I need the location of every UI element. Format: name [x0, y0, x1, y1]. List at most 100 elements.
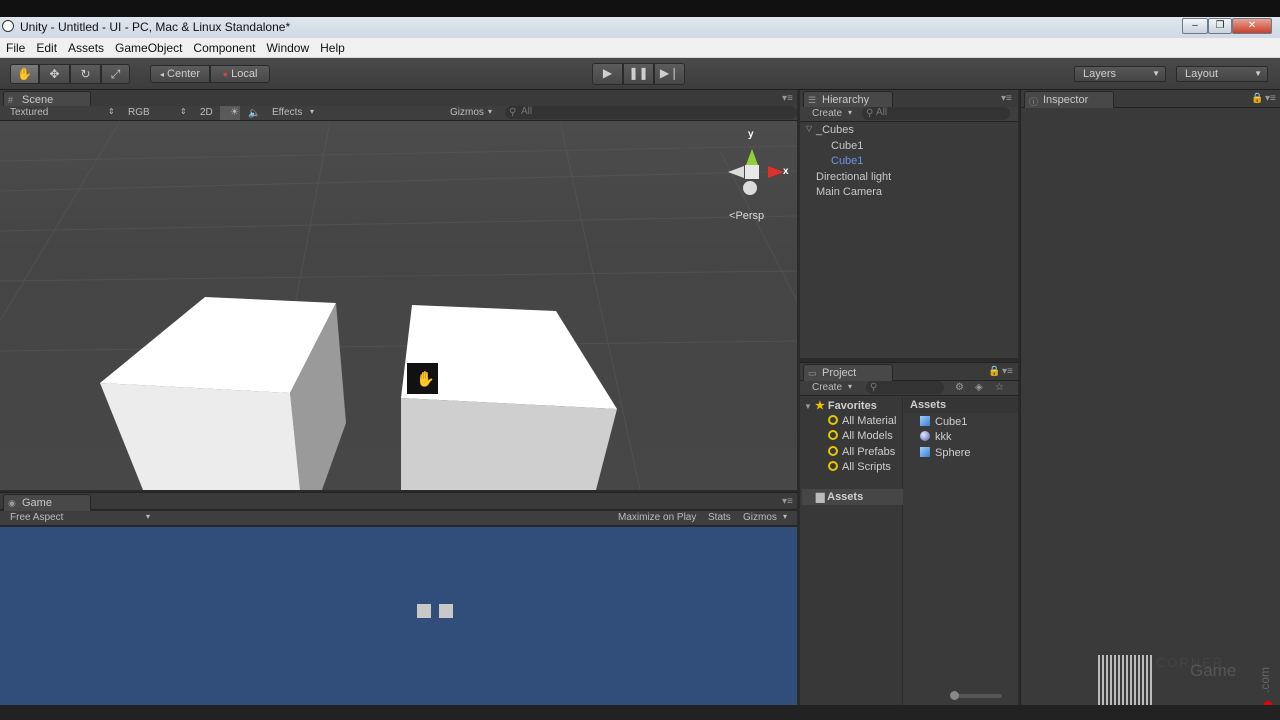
- render-mode-dropdown[interactable]: RGB: [128, 107, 150, 118]
- step-button[interactable]: ▶❘: [654, 63, 685, 85]
- cube-right[interactable]: [401, 305, 617, 490]
- info-icon: ⓘ: [1029, 97, 1039, 107]
- tab-project[interactable]: ▭ Project: [803, 364, 893, 381]
- project-create-dropdown[interactable]: Create: [812, 382, 842, 393]
- scene-viewport[interactable]: ✋ y x <Persp: [0, 121, 797, 490]
- pause-button[interactable]: ❚❚: [623, 63, 654, 85]
- zoom-slider[interactable]: [954, 694, 1002, 698]
- tab-inspector[interactable]: ⓘ Inspector: [1024, 91, 1114, 108]
- maximize-button[interactable]: ❐: [1208, 18, 1232, 34]
- hierarchy-create-dropdown[interactable]: Create: [812, 108, 842, 119]
- scene-search-input[interactable]: All: [505, 106, 797, 119]
- hierarchy-tree: ▽ _Cubes Cube1 Cube1 Directional light M…: [800, 124, 1018, 358]
- favorite-item[interactable]: All Material: [828, 415, 896, 427]
- search-icon: ⚲: [509, 107, 517, 118]
- assets-folder-item[interactable]: ▆ Assets: [802, 489, 903, 505]
- play-icon: ▶: [602, 66, 613, 80]
- maximize-on-play-toggle[interactable]: Maximize on Play: [618, 512, 696, 523]
- persp-label: Persp: [735, 210, 765, 222]
- panel-menu-icon[interactable]: ▾≡: [1002, 366, 1013, 377]
- search-icon: [828, 430, 838, 440]
- tab-hierarchy[interactable]: ☰ Hierarchy: [803, 91, 893, 108]
- hierarchy-item[interactable]: Main Camera: [816, 186, 882, 198]
- panel-menu-icon[interactable]: ▾≡: [1265, 93, 1276, 104]
- chevron-down-icon: ▾: [848, 382, 853, 391]
- shading-mode-dropdown[interactable]: Textured: [10, 107, 48, 118]
- panel-menu-icon[interactable]: ▾≡: [782, 93, 793, 104]
- chevron-down-icon: ▾: [783, 512, 788, 521]
- lock-icon[interactable]: 🔒: [1251, 93, 1263, 104]
- game-icon: ◉: [8, 498, 16, 508]
- project-asset-list: Assets Cube1 kkk Sphere: [904, 397, 1018, 706]
- hierarchy-item[interactable]: Directional light: [816, 171, 891, 183]
- layers-dropdown[interactable]: Layers ▼: [1074, 66, 1166, 82]
- favorite-star-icon[interactable]: ☆: [995, 382, 1004, 393]
- filter-type-icon[interactable]: ⚙: [955, 382, 964, 393]
- minimize-button[interactable]: ‒: [1182, 18, 1208, 34]
- assets-folder-label: Assets: [827, 491, 864, 503]
- project-search-input[interactable]: [866, 381, 944, 394]
- cube-left[interactable]: [100, 297, 346, 490]
- favorites-header[interactable]: ▼ ★ Favorites: [804, 399, 877, 412]
- sun-icon: ☀: [230, 107, 239, 118]
- stats-toggle[interactable]: Stats: [708, 512, 731, 523]
- aspect-dropdown[interactable]: Free Aspect: [10, 512, 63, 523]
- favorite-item[interactable]: All Prefabs: [828, 446, 895, 458]
- hierarchy-search-input[interactable]: All: [862, 107, 1010, 120]
- menu-assets[interactable]: Assets: [62, 38, 109, 55]
- favorite-item[interactable]: All Scripts: [828, 461, 891, 473]
- game-gizmos-dropdown[interactable]: Gizmos: [743, 512, 777, 523]
- assets-header: Assets: [904, 397, 1018, 413]
- local-icon: ●: [222, 69, 229, 79]
- tab-game[interactable]: ◉ Game: [3, 494, 91, 511]
- layout-dropdown[interactable]: Layout ▼: [1176, 66, 1268, 82]
- menu-component[interactable]: Component: [187, 38, 260, 55]
- layout-label: Layout: [1185, 68, 1219, 80]
- menu-edit[interactable]: Edit: [30, 38, 62, 55]
- hierarchy-tab-label: Hierarchy: [822, 94, 870, 106]
- menu-gameobject[interactable]: GameObject: [109, 38, 187, 55]
- lighting-toggle[interactable]: ☀: [220, 106, 240, 120]
- hierarchy-item-selected[interactable]: Cube1: [831, 155, 863, 167]
- menu-help[interactable]: Help: [314, 38, 350, 55]
- menu-window[interactable]: Window: [260, 38, 314, 55]
- gizmos-dropdown[interactable]: Gizmos: [450, 107, 484, 118]
- pivot-center-button[interactable]: ◂ Center: [150, 65, 210, 83]
- effects-dropdown[interactable]: Effects: [272, 107, 302, 118]
- asset-item[interactable]: Sphere: [920, 447, 970, 459]
- close-button[interactable]: ✕: [1232, 18, 1272, 34]
- favorite-item[interactable]: All Models: [828, 430, 893, 442]
- expand-arrow-icon[interactable]: ▽: [806, 124, 812, 133]
- zoom-slider-thumb[interactable]: [950, 691, 959, 700]
- hierarchy-item[interactable]: Cube1: [831, 140, 863, 152]
- rotate-tool-button[interactable]: ↻: [70, 64, 101, 84]
- expand-arrow-icon: ▼: [804, 402, 812, 411]
- space-local-button[interactable]: ● Local: [210, 65, 270, 83]
- hand-cursor-icon: ✋: [416, 370, 435, 388]
- menu-file[interactable]: File: [0, 38, 30, 55]
- panel-menu-icon[interactable]: ▾≡: [782, 496, 793, 507]
- mode-2d-toggle[interactable]: 2D: [200, 107, 213, 118]
- scene-orientation-gizmo[interactable]: [728, 149, 784, 195]
- move-tool-button[interactable]: ✥: [39, 64, 70, 84]
- persp-toggle[interactable]: <Persp: [729, 210, 764, 222]
- menu-bar: File Edit Assets GameObject Component Window H…: [0, 38, 1280, 58]
- star-icon: ★: [814, 400, 825, 412]
- gizmo-y-label: y: [748, 129, 754, 140]
- game-viewport[interactable]: [0, 527, 797, 705]
- asset-item[interactable]: kkk: [920, 431, 952, 443]
- filter-label-icon[interactable]: ◈: [975, 382, 983, 393]
- asset-item-label: kkk: [935, 431, 952, 443]
- hand-tool-button[interactable]: ✋: [10, 64, 39, 84]
- panel-menu-icon[interactable]: ▾≡: [1001, 93, 1012, 104]
- hierarchy-item[interactable]: _Cubes: [816, 124, 854, 136]
- project-tabbar: ▭ Project 🔒 ▾≡: [800, 363, 1018, 381]
- chevron-down-icon: ▾: [848, 108, 853, 117]
- favorites-label: Favorites: [827, 400, 877, 412]
- play-button[interactable]: ▶: [592, 63, 623, 85]
- scale-tool-button[interactable]: ⤢: [101, 64, 130, 84]
- window-title: Unity - Untitled - UI - PC, Mac & Linux …: [20, 20, 291, 34]
- asset-item[interactable]: Cube1: [920, 416, 967, 428]
- search-icon: [828, 446, 838, 456]
- lock-icon[interactable]: 🔒: [988, 366, 1000, 377]
